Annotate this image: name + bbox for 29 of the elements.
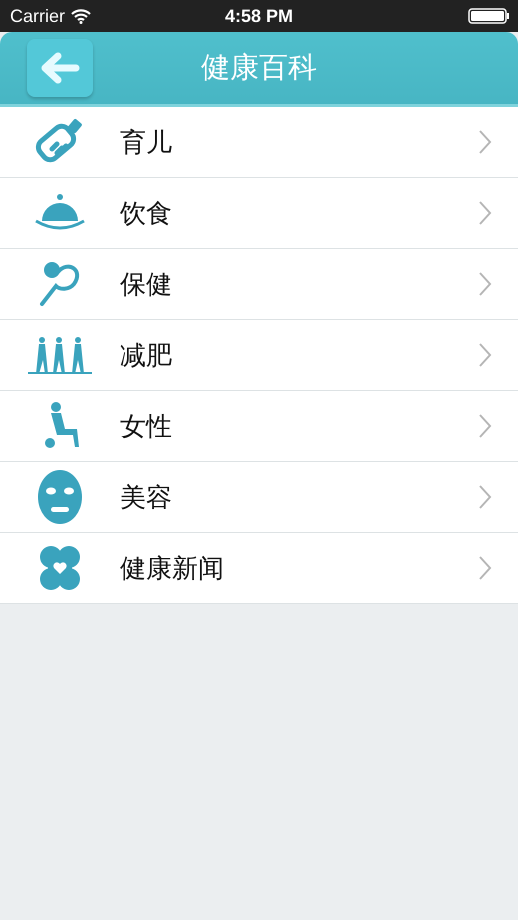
category-label: 女性 xyxy=(120,410,173,442)
page-title: 健康百科 xyxy=(201,51,317,86)
chevron-icon xyxy=(478,484,492,510)
battery-icon xyxy=(468,8,510,24)
chevron-icon xyxy=(478,342,492,368)
status-time: 4:58 PM xyxy=(224,6,294,26)
category-label: 减肥 xyxy=(120,338,173,372)
wifi-icon xyxy=(71,8,92,24)
face-mask-icon xyxy=(37,469,83,525)
category-label: 健康新闻 xyxy=(120,552,225,584)
chevron-icon xyxy=(478,129,492,155)
chevron-icon xyxy=(478,413,492,439)
category-row[interactable]: 减肥 xyxy=(0,320,518,391)
category-label: 保健 xyxy=(120,268,173,300)
category-row[interactable]: 美容 xyxy=(0,462,518,533)
category-row[interactable]: 育儿 xyxy=(0,107,518,178)
chevron-icon xyxy=(478,271,492,297)
back-button[interactable] xyxy=(27,39,93,97)
back-arrow-icon xyxy=(40,52,80,84)
carrier-label: Carrier xyxy=(10,6,66,26)
category-row[interactable]: 饮食 xyxy=(0,178,518,249)
category-label: 育儿 xyxy=(120,126,173,158)
category-row[interactable]: 保健 xyxy=(0,249,518,320)
category-row[interactable]: 健康新闻 xyxy=(0,533,518,604)
category-row[interactable]: 女性 xyxy=(0,391,518,462)
category-label: 饮食 xyxy=(120,196,173,230)
chevron-icon xyxy=(478,555,492,581)
category-label: 美容 xyxy=(120,480,173,514)
chevron-icon xyxy=(478,200,492,226)
